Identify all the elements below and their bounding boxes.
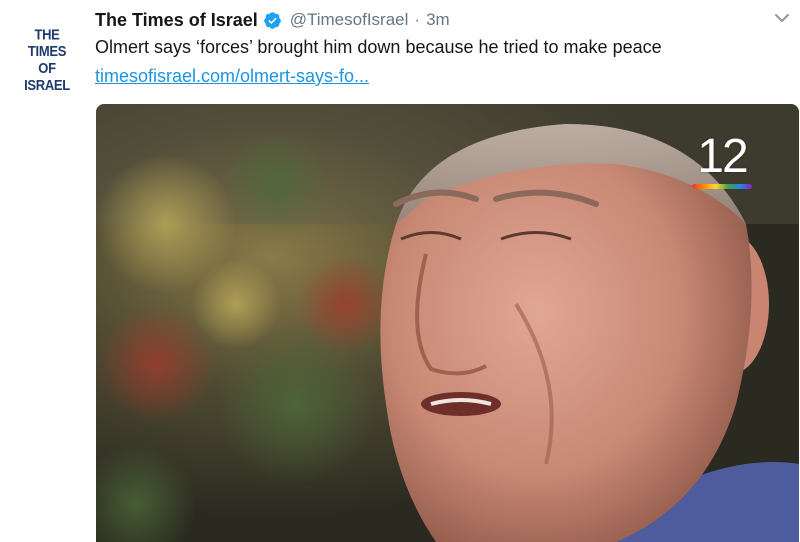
tweet-timestamp[interactable]: 3m [426,10,450,30]
verified-badge-icon [263,11,281,29]
channel-12-logo: 12 [689,132,755,192]
account-avatar-logo[interactable]: THE TIMES OF ISRAEL [14,26,80,93]
avatar-line-1: THE TIMES [27,26,67,60]
separator-dot: · [414,10,421,29]
avatar-line-2: OF ISRAEL [24,59,70,94]
channel-badge-number: 12 [697,130,748,183]
tweet-media-image[interactable]: 12 [96,104,799,542]
tweet-link[interactable]: timesofisrael.com/olmert-says-fo... [95,66,369,87]
tweet-header: The Times of Israel @TimesofIsrael · 3m [95,8,450,32]
account-name[interactable]: The Times of Israel [95,10,258,31]
channel-rainbow-bar [692,184,752,189]
tweet-text: Olmert says ‘forces’ brought him down be… [95,37,662,57]
account-handle[interactable]: @TimesofIsrael [290,10,409,30]
chevron-down-icon[interactable] [774,12,790,24]
